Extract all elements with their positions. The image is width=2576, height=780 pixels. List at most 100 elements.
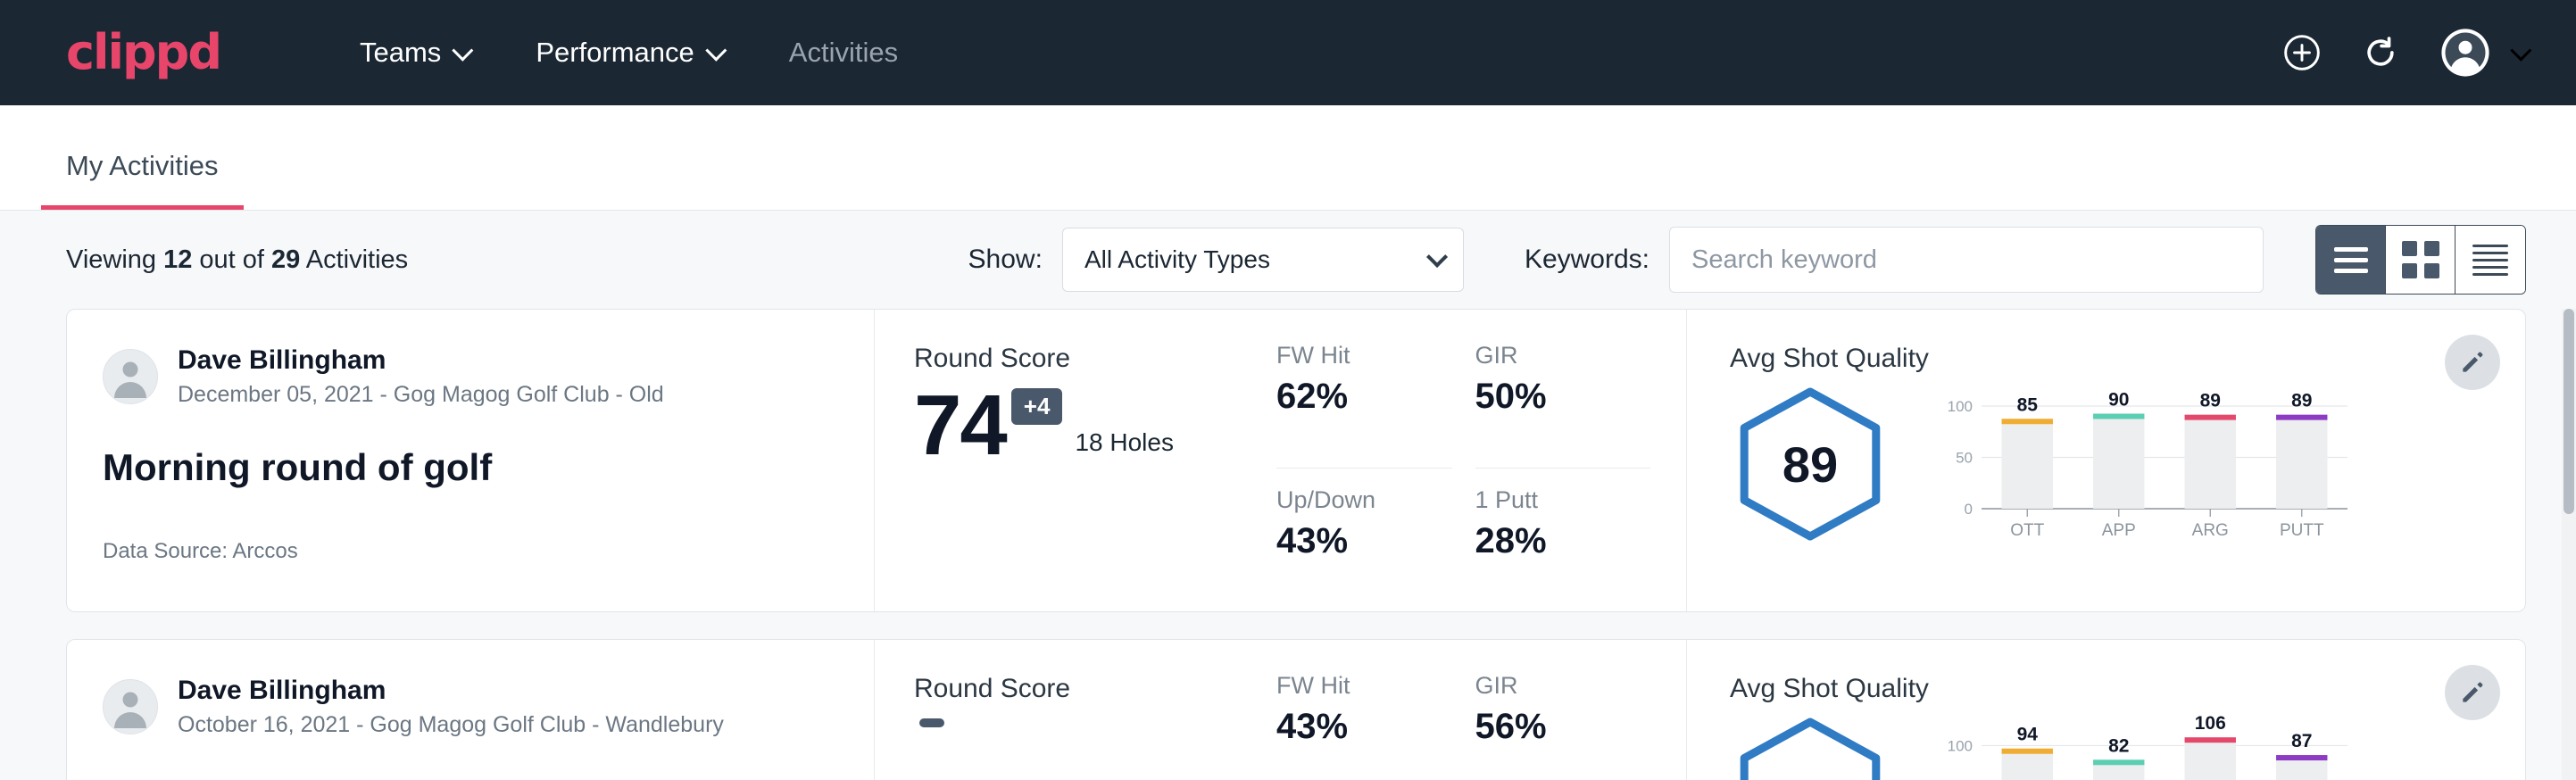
stat-one-putt-value: 28% (1475, 521, 1651, 561)
svg-text:100: 100 (1948, 737, 1973, 754)
svg-text:89: 89 (2291, 391, 2312, 411)
svg-text:0: 0 (1965, 501, 1973, 518)
chevron-down-icon (705, 39, 727, 61)
activity-data-source: Data Source: Arccos (103, 539, 847, 564)
score-to-par-badge (919, 718, 944, 727)
add-activity-button[interactable] (2282, 33, 2322, 72)
primary-nav-links: Teams Performance Activities (326, 28, 932, 78)
round-score-label: Round Score (914, 344, 1276, 374)
clippd-logo[interactable]: clippd (66, 29, 220, 77)
shot-quality-bar-chart: 05010085OTT90APP89ARG89PUTT (1935, 379, 2498, 549)
refresh-icon (2361, 33, 2400, 72)
shot-quality-bar-chart: 05010094OTT82APP106ARG87PUTT (1935, 709, 2498, 780)
nav-item-performance-label: Performance (536, 37, 694, 69)
shot-quality-column: Avg Shot Quality 89 0 50 100 85 OTT 90 APP 89 AR… (1687, 310, 2525, 611)
tab-my-activities[interactable]: My Activities (41, 150, 244, 210)
svg-text:82: 82 (2108, 735, 2129, 756)
activity-info-column: Dave Billingham October 16, 2021 - Gog M… (67, 640, 875, 780)
activity-type-select-value: All Activity Types (1084, 245, 1270, 274)
stat-up-down: Up/Down 43% (1276, 469, 1452, 612)
top-navigation-bar: clippd Teams Performance Activities (0, 0, 2576, 105)
stat-fw-hit: FW Hit 62% (1276, 342, 1452, 469)
stat-gir: GIR 50% (1475, 342, 1651, 469)
stat-fw-hit-label: FW Hit (1276, 342, 1452, 369)
edit-activity-button[interactable] (2445, 665, 2500, 720)
chevron-down-icon (1426, 245, 1448, 267)
stat-one-putt: 1 Putt 28% (1475, 469, 1651, 612)
activity-meta: October 16, 2021 - Gog Magog Golf Club -… (178, 710, 724, 740)
view-mode-list-button[interactable] (2316, 226, 2386, 294)
nav-item-performance[interactable]: Performance (502, 28, 754, 78)
svg-text:OTT: OTT (2010, 521, 2044, 540)
svg-text:85: 85 (2017, 394, 2039, 415)
score-to-par-badge: +4 (1011, 388, 1063, 425)
avg-shot-quality-label: Avg Shot Quality (1730, 344, 2498, 374)
account-menu-button[interactable] (2439, 27, 2526, 79)
activity-type-select[interactable]: All Activity Types (1062, 228, 1464, 292)
stats-column: FW Hit 43% GIR 56% Up/Down 1 Putt (1276, 640, 1687, 780)
avg-shot-quality-value: 89 (1730, 384, 1890, 544)
search-input[interactable] (1669, 227, 2264, 293)
plus-circle-icon (2282, 33, 2322, 72)
stat-up-down-label: Up/Down (1276, 486, 1452, 514)
stat-gir: GIR 56% (1475, 672, 1651, 780)
svg-text:89: 89 (2200, 391, 2221, 411)
nav-item-activities-label: Activities (789, 37, 898, 69)
scrollbar-thumb[interactable] (2564, 309, 2574, 514)
stat-fw-hit-value: 43% (1276, 707, 1452, 747)
nav-item-activities[interactable]: Activities (755, 28, 932, 78)
filter-controls: Show: All Activity Types Keywords: (968, 225, 2526, 295)
view-mode-compact-button[interactable] (2456, 226, 2525, 294)
grid-icon (2402, 241, 2439, 278)
svg-text:94: 94 (2017, 725, 2039, 745)
holes-label: 18 Holes (1075, 428, 1174, 466)
activity-list[interactable]: Dave Billingham December 05, 2021 - Gog … (0, 309, 2576, 780)
view-mode-toggle-group (2315, 225, 2526, 295)
activity-title: Morning round of golf (103, 446, 847, 489)
round-score-label: Round Score (914, 674, 1276, 704)
refresh-button[interactable] (2361, 33, 2400, 72)
person-icon (104, 349, 157, 403)
stat-fw-hit-value: 62% (1276, 377, 1452, 417)
show-label: Show: (968, 245, 1043, 275)
round-score-value: 74 (914, 385, 1006, 466)
round-score-value-row: 74 +4 18 Holes (914, 385, 1276, 466)
keywords-label: Keywords: (1525, 245, 1649, 275)
vertical-scrollbar[interactable] (2562, 309, 2576, 780)
avatar (103, 679, 158, 734)
tab-my-activities-label: My Activities (66, 150, 219, 181)
activity-card[interactable]: Dave Billingham December 05, 2021 - Gog … (66, 309, 2526, 612)
person-icon (104, 679, 157, 734)
filter-bar: Viewing 12 out of 29 Activities Show: Al… (0, 211, 2576, 309)
avg-shot-quality-body: 89 05010085OTT90APP89ARG89PUTT (1730, 379, 2498, 549)
pencil-icon (2458, 348, 2487, 377)
activity-card[interactable]: Dave Billingham October 16, 2021 - Gog M… (66, 639, 2526, 780)
stat-fw-hit-label: FW Hit (1276, 672, 1452, 700)
viewing-total: 29 (271, 245, 300, 274)
bar-chart-svg: 05010094OTT82APP106ARG87PUTT (1935, 709, 2355, 780)
avg-shot-quality-hexagon: 89 (1730, 384, 1890, 544)
round-score-column: Round Score 74 +4 18 Holes (875, 310, 1276, 611)
svg-text:100: 100 (1948, 398, 1973, 415)
edit-activity-button[interactable] (2445, 335, 2500, 390)
viewing-count: 12 (163, 245, 192, 274)
stats-column: FW Hit 62% GIR 50% Up/Down 43% 1 Putt 28… (1276, 310, 1687, 611)
chevron-down-icon (453, 39, 474, 61)
list-icon (2334, 247, 2368, 273)
svg-text:APP: APP (2102, 521, 2136, 540)
pencil-icon (2458, 678, 2487, 707)
tab-strip: My Activities (0, 105, 2576, 211)
stat-gir-label: GIR (1475, 342, 1651, 369)
nav-item-teams[interactable]: Teams (326, 28, 502, 78)
view-mode-grid-button[interactable] (2386, 226, 2456, 294)
avatar (103, 349, 158, 404)
svg-text:50: 50 (1956, 450, 1973, 467)
svg-text:90: 90 (2108, 390, 2129, 411)
viewing-mid: out of (192, 245, 271, 274)
svg-text:ARG: ARG (2192, 521, 2229, 540)
viewing-suffix: Activities (300, 245, 408, 274)
avg-shot-quality-label: Avg Shot Quality (1730, 674, 2498, 704)
account-circle-icon (2439, 27, 2491, 79)
viewing-prefix: Viewing (66, 245, 163, 274)
stat-one-putt-label: 1 Putt (1475, 486, 1651, 514)
